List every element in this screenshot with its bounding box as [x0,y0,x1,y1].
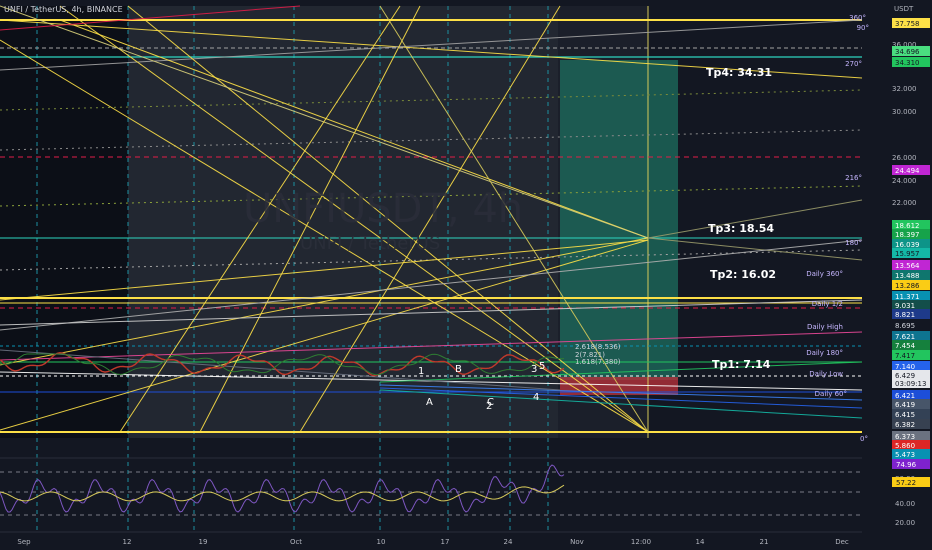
price-axis[interactable]: 36.00032.00030.00026.00024.00022.00037.7… [864,0,932,550]
price-tag-value: 6.415 [895,411,915,419]
y-tick-label: 30.000 [892,108,917,116]
target-label: Tp1: 7.14 [712,358,771,371]
price-tag-value: 13.488 [895,272,920,280]
price-tag-value: 37.758 [895,20,920,28]
x-tick-label: 12 [123,538,132,546]
price-tag-value: 8.821 [895,311,915,319]
level-tag: Daily 180° [806,349,843,357]
level-tag: Daily 60° [815,390,847,398]
target-label: Tp2: 16.02 [710,268,776,281]
price-tag-value: 15.957 [895,250,920,258]
wave-label: 5 [539,361,545,372]
y-tick-label: 22.000 [892,199,917,207]
x-tick-label: 14 [696,538,705,546]
level-tag: 90° [857,24,869,32]
price-tag-value: 13.564 [895,262,920,270]
level-tag: Daily 1/2 [812,300,843,308]
price-tag-value: 7.621 [895,333,915,341]
watermark-symbol: UNFIUSDT, 4h [243,186,523,232]
price-tag-value: 18.397 [895,231,920,239]
currency-label: USDT [894,5,914,13]
x-tick-label: Dec [835,538,849,546]
price-tag-value: 34.696 [895,48,920,56]
x-tick-label: Nov [570,538,584,546]
level-tag: Daily 360° [806,270,843,278]
level-tag: Daily Low [809,370,843,378]
price-tag-value: 5.860 [895,442,915,450]
level-tag: 270° [845,60,862,68]
price-tag-value: 16.039 [895,241,920,249]
price-tag-value: 6.382 [895,421,915,429]
target-label: Tp4: 34.31 [706,66,772,79]
price-tag-value: 03:09:13 [895,380,926,388]
price-tag-value: 13.286 [895,282,920,290]
level-tag: 360° [849,14,866,22]
price-tag-value: 34.310 [895,59,920,67]
price-tag-value: 5.473 [895,451,915,459]
rsi-value: 74.96 [896,461,917,469]
wave-label: B [455,364,462,375]
wave-label: 3 [531,364,537,375]
trading-chart[interactable]: 36.00032.00030.00026.00024.00022.00037.7… [0,0,932,550]
y-tick-label: 24.000 [892,177,917,185]
wave-label: A [426,397,433,408]
wave-label: 4 [533,392,539,403]
y-tick-label: 32.000 [892,85,917,93]
x-tick-label: 10 [377,538,386,546]
watermark-description: UNFI / TetherUS [300,233,440,254]
x-tick-label: 21 [760,538,769,546]
x-tick-label: 24 [504,538,513,546]
rsi-tick-label: 40.00 [895,500,915,508]
symbol-title: UNFI / TetherUS, 4h, BINANCE [4,5,123,14]
wave-label: 2 [486,401,492,412]
x-tick-label: 17 [441,538,450,546]
price-tag-value: 6.373 [895,433,915,441]
price-tag-value: 7.454 [895,342,916,350]
level-tag: Daily High [807,323,843,331]
target-label: Tp3: 18.54 [708,222,774,235]
level-tag: 180° [845,239,862,247]
x-tick-label: 12:00 [631,538,651,546]
fib-label: 1.618(7.380) [575,358,621,366]
price-tag-value: 6.421 [895,392,915,400]
x-tick-label: 19 [199,538,208,546]
wave-label: 1 [418,366,424,377]
price-tag-value: 18.612 [895,222,920,230]
price-tag-value: 24.494 [895,167,920,175]
price-tag-value: 6.419 [895,401,915,409]
fib-label: 2.618(8.536) [575,343,621,351]
x-tick-label: Oct [290,538,302,546]
x-tick-label: Sep [17,538,31,546]
level-tag: 0° [860,435,868,443]
y-tick-label: 26.000 [892,154,917,162]
price-tag-value: 11.371 [895,293,920,301]
price-tag-value: 7.417 [895,352,915,360]
rsi-value: 57.22 [896,479,916,487]
target-zone [560,60,678,380]
level-tag: 216° [845,174,862,182]
price-tag-value: 8.695 [895,322,915,330]
price-tag-value: 7.140 [895,363,915,371]
rsi-tick-label: 20.00 [895,519,915,527]
price-tag-value: 9.031 [895,302,915,310]
